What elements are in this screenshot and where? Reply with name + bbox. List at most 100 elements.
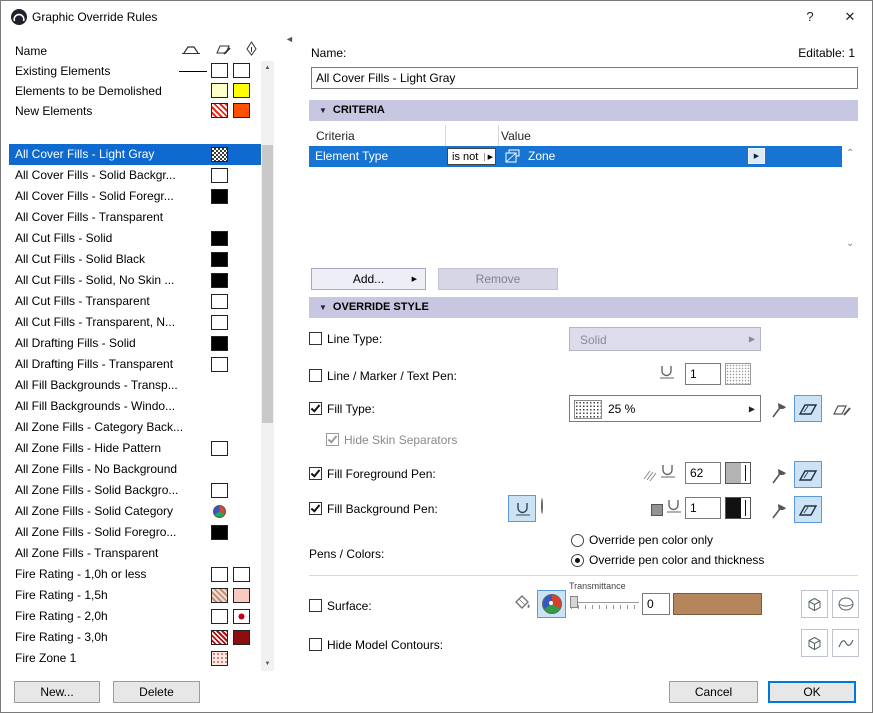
- line-type-dropdown[interactable]: Solid ▶: [569, 327, 761, 351]
- rule-name-input[interactable]: [311, 67, 858, 89]
- scrollbar-thumb[interactable]: [262, 145, 273, 423]
- scrollbar-down-arrow-icon[interactable]: ▼: [261, 657, 274, 671]
- override-exposed-surfaces-button[interactable]: [832, 590, 859, 618]
- fill-background-pen-sample-button[interactable]: [725, 497, 751, 519]
- add-menu-arrow-icon: ▶: [411, 276, 417, 283]
- rule-list-item[interactable]: Fire Rating - 1,0h or less: [9, 564, 261, 585]
- predefined-rule-row[interactable]: Existing Elements: [9, 61, 261, 81]
- rule-list-item[interactable]: All Cut Fills - Transparent, N...: [9, 312, 261, 333]
- rule-list-item[interactable]: All Fill Backgrounds - Windo...: [9, 396, 261, 417]
- value-column-header[interactable]: Value: [501, 129, 531, 143]
- rules-list-scrollbar[interactable]: ▲ ▼: [261, 61, 274, 671]
- rule-list-item[interactable]: Fire Rating - 1,5h: [9, 585, 261, 606]
- ok-button[interactable]: OK: [768, 681, 856, 703]
- fill-foreground-pen-input[interactable]: [685, 462, 721, 484]
- scrollbar-up-arrow-icon[interactable]: ▲: [261, 61, 274, 75]
- surface-color-picker-button[interactable]: [537, 590, 566, 618]
- drafting-fill-icon: [833, 404, 851, 416]
- hide-model-contours-checkbox[interactable]: [309, 638, 322, 651]
- contours-exposed-button[interactable]: [832, 629, 859, 657]
- remove-criteria-button[interactable]: Remove: [438, 268, 558, 290]
- fill-background-pen-checkbox[interactable]: [309, 502, 322, 515]
- rule-list-item[interactable]: All Zone Fills - Hide Pattern: [9, 438, 261, 459]
- rule-label: All Zone Fills - Solid Backgro...: [15, 483, 179, 497]
- value-picker-button[interactable]: ▶: [748, 148, 765, 164]
- rule-list-item[interactable]: All Cut Fills - Solid: [9, 228, 261, 249]
- line-pen-sample-button[interactable]: [725, 363, 751, 385]
- rule-list-item[interactable]: All Cover Fills - Light Gray: [9, 144, 261, 165]
- transmittance-input[interactable]: [642, 593, 670, 615]
- cut-fills-toggle-button[interactable]: [764, 497, 791, 524]
- override-color-thickness-radio[interactable]: [571, 554, 584, 567]
- cover-fills-toggle-button[interactable]: [794, 395, 822, 422]
- override-color-only-label[interactable]: Override pen color only: [589, 533, 713, 547]
- rule-list-item[interactable]: All Cut Fills - Transparent: [9, 291, 261, 312]
- criteria-section-header[interactable]: ▼ CRITERIA: [309, 100, 858, 121]
- close-button[interactable]: ✕: [830, 1, 870, 32]
- new-rule-button[interactable]: New...: [14, 681, 100, 703]
- rule-list-item[interactable]: All Drafting Fills - Transparent: [9, 354, 261, 375]
- rule-list-item[interactable]: Fire Rating - 3,0h: [9, 627, 261, 648]
- rule-swatch: [233, 83, 250, 98]
- criteria-scroll-up-icon[interactable]: ⌃: [846, 149, 854, 159]
- transmittance-slider[interactable]: [571, 602, 639, 603]
- criteria-operator-dropdown[interactable]: is not ▶: [447, 148, 496, 165]
- fill-foreground-pen-sample-button[interactable]: [725, 462, 751, 484]
- rule-list-item[interactable]: All Fill Backgrounds - Transp...: [9, 375, 261, 396]
- rule-label: All Cut Fills - Transparent, N...: [15, 315, 176, 329]
- override-color-only-radio[interactable]: [571, 534, 584, 547]
- fill-type-dropdown[interactable]: 25 % ▶: [569, 395, 761, 422]
- rule-list-item[interactable]: All Cut Fills - Solid, No Skin ...: [9, 270, 261, 291]
- criteria-row[interactable]: Element Type is not ▶ Zone ▶: [309, 146, 842, 167]
- rule-list-item[interactable]: All Cut Fills - Solid Black: [9, 249, 261, 270]
- surface-color-swatch[interactable]: [673, 593, 762, 615]
- name-column-header[interactable]: Name: [15, 44, 47, 58]
- line-pen-checkbox[interactable]: [309, 369, 322, 382]
- add-criteria-button[interactable]: Add... ▶: [311, 268, 426, 290]
- rule-list-item[interactable]: All Cover Fills - Solid Foregr...: [9, 186, 261, 207]
- cancel-button[interactable]: Cancel: [669, 681, 758, 703]
- rule-list-item[interactable]: All Zone Fills - Category Back...: [9, 417, 261, 438]
- criteria-scroll-down-icon[interactable]: ⌄: [846, 239, 854, 249]
- contours-cut-button[interactable]: [801, 629, 828, 657]
- override-style-section-header[interactable]: ▼ OVERRIDE STYLE: [309, 297, 858, 318]
- rule-list-item[interactable]: Fire Rating - 2,0h: [9, 606, 261, 627]
- help-button[interactable]: ?: [790, 1, 830, 32]
- rule-label: All Cover Fills - Solid Backgr...: [15, 168, 176, 182]
- override-color-thickness-label[interactable]: Override pen color and thickness: [589, 553, 764, 567]
- rule-list-item[interactable]: All Zone Fills - Solid Foregro...: [9, 522, 261, 543]
- criteria-column-header[interactable]: Criteria: [316, 129, 355, 143]
- fill-foreground-pen-checkbox[interactable]: [309, 467, 322, 480]
- rule-list-item[interactable]: All Zone Fills - Transparent: [9, 543, 261, 564]
- delete-rule-button[interactable]: Delete: [113, 681, 200, 703]
- surface-checkbox[interactable]: [309, 599, 322, 612]
- cut-fills-toggle-button[interactable]: [764, 462, 791, 489]
- rule-list-item[interactable]: All Drafting Fills - Solid: [9, 333, 261, 354]
- rule-list-item[interactable]: All Zone Fills - Solid Backgro...: [9, 480, 261, 501]
- name-field-label: Name:: [311, 46, 347, 60]
- fill-type-checkbox[interactable]: [309, 402, 322, 415]
- rule-list-item[interactable]: All Zone Fills - Solid Category: [9, 501, 261, 522]
- cover-fills-toggle-button[interactable]: [794, 496, 822, 523]
- rule-list-item[interactable]: All Zone Fills - No Background: [9, 459, 261, 480]
- rule-list-item[interactable]: All Cover Fills - Transparent: [9, 207, 261, 228]
- cut-fills-toggle-button[interactable]: [764, 396, 791, 423]
- column-divider: [445, 125, 446, 146]
- cover-fills-toggle-button[interactable]: [794, 461, 822, 488]
- rule-swatch: [211, 189, 228, 204]
- predefined-rule-row[interactable]: Elements to be Demolished: [9, 81, 261, 101]
- pen-color-mode-button[interactable]: [508, 495, 536, 522]
- transmittance-slider-thumb[interactable]: [570, 596, 578, 608]
- predefined-rule-row[interactable]: New Elements: [9, 101, 261, 121]
- drafting-fills-toggle-button[interactable]: [828, 395, 856, 422]
- fill-background-pen-input[interactable]: [685, 497, 721, 519]
- rule-list-item[interactable]: All Cover Fills - Solid Backgr...: [9, 165, 261, 186]
- collapse-list-arrow-icon[interactable]: ◄: [285, 34, 294, 44]
- line-pen-input[interactable]: [685, 363, 721, 385]
- rule-swatch: [211, 525, 228, 540]
- rule-list-item[interactable]: Fire Zone 1: [9, 648, 261, 669]
- color-wheel-icon[interactable]: [541, 498, 543, 514]
- hide-skin-separators-checkbox[interactable]: [326, 433, 339, 446]
- line-type-checkbox[interactable]: [309, 332, 322, 345]
- override-cut-surfaces-button[interactable]: [801, 590, 828, 618]
